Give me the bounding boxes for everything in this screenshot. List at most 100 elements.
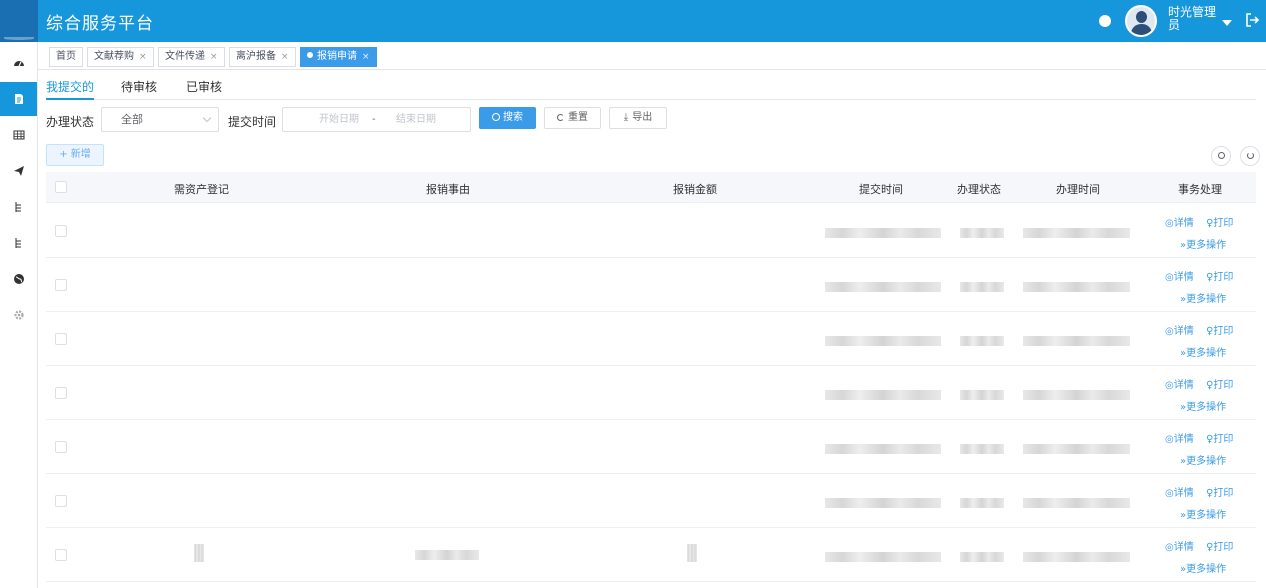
redacted-submit-time <box>825 228 941 238</box>
tag-leave-report[interactable]: 离沪报备 × <box>229 47 296 67</box>
avatar[interactable] <box>1125 5 1157 37</box>
time-label: 提交时间 <box>228 115 277 129</box>
select-all-checkbox[interactable] <box>55 181 67 193</box>
print-link[interactable]: ♀打印 <box>1206 322 1233 337</box>
tree-icon <box>15 202 21 212</box>
eye-icon: ◎ <box>1165 380 1174 391</box>
tab-pending[interactable]: 待审核 <box>121 78 157 100</box>
detail-link[interactable]: ◎详情 <box>1165 214 1194 229</box>
more-actions-link[interactable]: »更多操作 <box>1180 398 1226 413</box>
detail-link[interactable]: ◎详情 <box>1165 376 1194 391</box>
redacted-submit-time <box>825 336 941 346</box>
table-icon <box>13 130 24 140</box>
download-icon: ⤓ <box>623 112 629 123</box>
print-link[interactable]: ♀打印 <box>1206 484 1233 499</box>
redacted-status <box>960 282 1004 292</box>
more-label: 更多操作 <box>1186 240 1227 251</box>
eye-icon: ◎ <box>1165 434 1174 445</box>
refresh-button[interactable] <box>1240 146 1260 166</box>
sidebar-item-document[interactable] <box>0 82 37 116</box>
table-header: 需资产登记 报销事由 报销金额 提交时间 办理状态 办理时间 事务处理 <box>46 172 1256 203</box>
col-handle-time: 办理时间 <box>1056 183 1100 196</box>
start-date-input[interactable]: 开始日期 <box>319 108 359 131</box>
more-label: 更多操作 <box>1186 456 1227 467</box>
search-toggle-button[interactable] <box>1211 146 1231 166</box>
eye-icon: ◎ <box>1165 488 1174 499</box>
row-checkbox[interactable] <box>55 333 67 345</box>
print-link[interactable]: ♀打印 <box>1206 430 1233 445</box>
detail-link[interactable]: ◎详情 <box>1165 538 1194 553</box>
redacted-amount <box>687 544 697 562</box>
more-actions-link[interactable]: »更多操作 <box>1180 236 1226 251</box>
sidebar-item-tree-2[interactable] <box>0 226 37 260</box>
detail-label: 详情 <box>1173 434 1194 445</box>
print-link[interactable]: ♀打印 <box>1206 268 1233 283</box>
export-button[interactable]: ⤓ 导出 <box>609 107 667 129</box>
app-title: 综合服务平台 <box>46 14 154 34</box>
row-checkbox[interactable] <box>55 549 67 561</box>
status-select[interactable]: 全部 <box>101 107 219 132</box>
more-actions-link[interactable]: »更多操作 <box>1180 560 1226 575</box>
row-checkbox[interactable] <box>55 279 67 291</box>
sidebar-item-tree-1[interactable] <box>0 190 37 224</box>
notification-dot[interactable] <box>1099 15 1111 27</box>
row-checkbox[interactable] <box>55 495 67 507</box>
tab-my-submitted[interactable]: 我提交的 <box>46 78 95 100</box>
print-link[interactable]: ♀打印 <box>1206 376 1233 391</box>
sidebar-item-dashboard[interactable] <box>0 46 37 80</box>
more-actions-link[interactable]: »更多操作 <box>1180 290 1226 305</box>
redacted-submit-time <box>825 282 941 292</box>
tag-reimbursement[interactable]: 报销申请 × <box>300 47 377 67</box>
user-name[interactable]: 时光管理员 <box>1168 6 1218 32</box>
tag-file-delivery[interactable]: 文件传递 × <box>158 47 225 67</box>
export-label: 导出 <box>632 112 653 123</box>
sidebar-item-send[interactable] <box>0 154 37 188</box>
logout-icon[interactable] <box>1245 13 1259 27</box>
top-header: 综合服务平台 时光管理员 <box>0 0 1266 42</box>
eye-icon: ◎ <box>1165 218 1174 229</box>
sidebar-item-globe[interactable] <box>0 262 37 296</box>
row-checkbox[interactable] <box>55 441 67 453</box>
row-checkbox[interactable] <box>55 225 67 237</box>
row-checkbox[interactable] <box>55 387 67 399</box>
more-actions-link[interactable]: »更多操作 <box>1180 506 1226 521</box>
print-link[interactable]: ♀打印 <box>1206 214 1233 229</box>
search-button[interactable]: 搜索 <box>479 107 536 129</box>
detail-link[interactable]: ◎详情 <box>1165 430 1194 445</box>
reset-button[interactable]: 重置 <box>544 107 601 129</box>
add-button[interactable]: + 新增 <box>46 144 104 166</box>
redacted-handle-time <box>1023 498 1130 508</box>
redacted-handle-time <box>1023 390 1130 400</box>
redacted-asset <box>194 544 204 562</box>
detail-link[interactable]: ◎详情 <box>1165 484 1194 499</box>
more-actions-link[interactable]: »更多操作 <box>1180 344 1226 359</box>
tag-home[interactable]: 首页 <box>49 47 83 67</box>
redacted-reason <box>415 550 479 560</box>
date-range-picker[interactable]: 开始日期 - 结束日期 <box>282 107 471 132</box>
close-icon[interactable]: × <box>210 52 218 62</box>
close-icon[interactable]: × <box>362 52 370 62</box>
print-link[interactable]: ♀打印 <box>1206 538 1233 553</box>
refresh-icon <box>557 114 564 121</box>
tag-label: 文献荐购 <box>94 51 134 62</box>
tag-literature[interactable]: 文献荐购 × <box>87 47 154 67</box>
close-icon[interactable]: × <box>281 52 289 62</box>
more-actions-link[interactable]: »更多操作 <box>1180 452 1226 467</box>
detail-link[interactable]: ◎详情 <box>1165 268 1194 283</box>
end-date-input[interactable]: 结束日期 <box>396 108 436 131</box>
close-icon[interactable]: × <box>139 52 147 62</box>
tab-reviewed[interactable]: 已审核 <box>186 78 222 100</box>
sidebar-item-table[interactable] <box>0 118 37 152</box>
detail-link[interactable]: ◎详情 <box>1165 322 1194 337</box>
redacted-handle-time <box>1023 444 1130 454</box>
table-row: ◎详情 ♀打印 »更多操作 <box>46 420 1256 474</box>
chevron-down-icon[interactable] <box>1222 20 1232 26</box>
eye-icon: ◎ <box>1165 272 1174 283</box>
sidebar-item-settings[interactable] <box>0 298 37 332</box>
redacted-status <box>960 552 1004 562</box>
more-label: 更多操作 <box>1186 402 1227 413</box>
detail-label: 详情 <box>1173 326 1194 337</box>
table-row: ◎详情 ♀打印 »更多操作 <box>46 258 1256 312</box>
tag-label: 文件传递 <box>165 51 205 62</box>
col-submit-time: 提交时间 <box>859 183 903 196</box>
